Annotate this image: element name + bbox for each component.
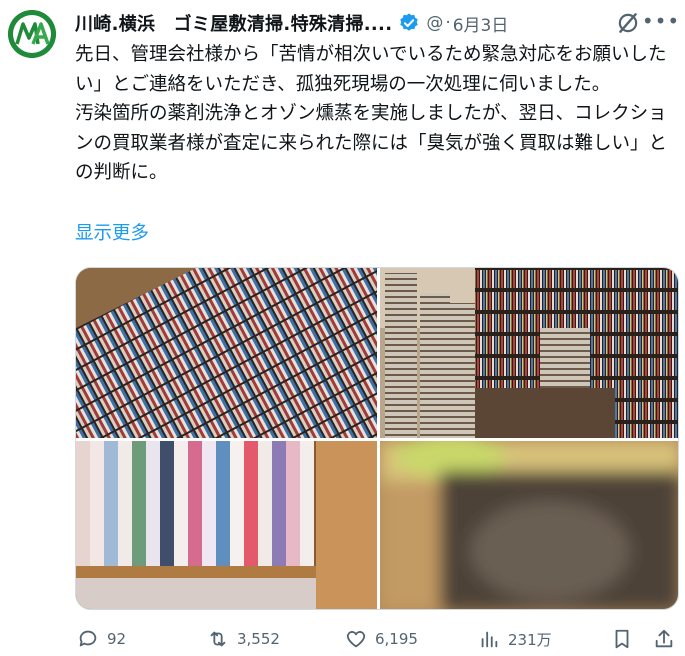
avatar[interactable] (8, 10, 56, 58)
share-button[interactable] (653, 625, 683, 653)
media-image-dvd-spines[interactable] (76, 441, 377, 609)
repost-icon (210, 631, 226, 647)
separator-dot: · (445, 13, 451, 33)
media-image-blurred-floor[interactable] (380, 441, 678, 609)
tweet-actions: 92 3,552 6,195 231万 (75, 625, 680, 653)
more-options-icon[interactable]: ••• (642, 9, 679, 33)
tweet-header: 川崎.横浜 ゴミ屋敷清掃.特殊清掃.... @ · 6月3日 (75, 8, 675, 38)
tweet-card: 川崎.横浜 ゴミ屋敷清掃.特殊清掃.... @ · 6月3日 ••• 先日、管理… (0, 0, 685, 656)
dvd-spines-photo (76, 441, 377, 609)
share-icon (655, 629, 673, 648)
reply-icon (79, 630, 97, 647)
like-count: 6,195 (375, 630, 418, 648)
repost-count: 3,552 (237, 630, 280, 648)
reply-count: 92 (107, 630, 127, 648)
like-button[interactable]: 6,195 (345, 625, 418, 653)
media-image-cd-wall[interactable] (76, 268, 377, 438)
grok-icon[interactable] (615, 10, 641, 36)
handle[interactable]: @ (426, 13, 443, 33)
repost-button[interactable]: 3,552 (207, 625, 280, 653)
media-image-cluttered-room[interactable] (380, 268, 678, 438)
heart-icon (346, 631, 366, 648)
blurred-floor-photo (380, 441, 678, 609)
media-grid (75, 267, 679, 610)
reply-button[interactable]: 92 (77, 625, 126, 653)
display-name[interactable]: 川崎.横浜 ゴミ屋敷清掃.特殊清掃.... (75, 10, 392, 36)
verified-badge-icon (400, 13, 419, 31)
views-chart-icon (481, 631, 498, 648)
cd-wall-photo (76, 268, 377, 438)
view-count: 231万 (508, 630, 552, 649)
avatar-logo-icon (8, 10, 56, 58)
views-button[interactable]: 231万 (478, 625, 552, 653)
tweet-text: 先日、管理会社様から「苦情が相次いでいるため緊急対応をお願いしたい」とご連絡をい… (75, 40, 675, 188)
cluttered-room-photo (380, 268, 678, 438)
post-date[interactable]: 6月3日 (453, 11, 509, 36)
tweet-paragraph-1: 先日、管理会社様から「苦情が相次いでいるため緊急対応をお願いしたい」とご連絡をい… (75, 44, 667, 95)
show-more-link[interactable]: 显示更多 (75, 219, 149, 245)
tweet-paragraph-2: 汚染箇所の薬剤洗浄とオゾン燻蒸を実施しましたが、翌日、コレクションの買取業者様が… (75, 103, 668, 183)
bookmark-button[interactable] (611, 625, 641, 653)
bookmark-icon (615, 629, 629, 649)
